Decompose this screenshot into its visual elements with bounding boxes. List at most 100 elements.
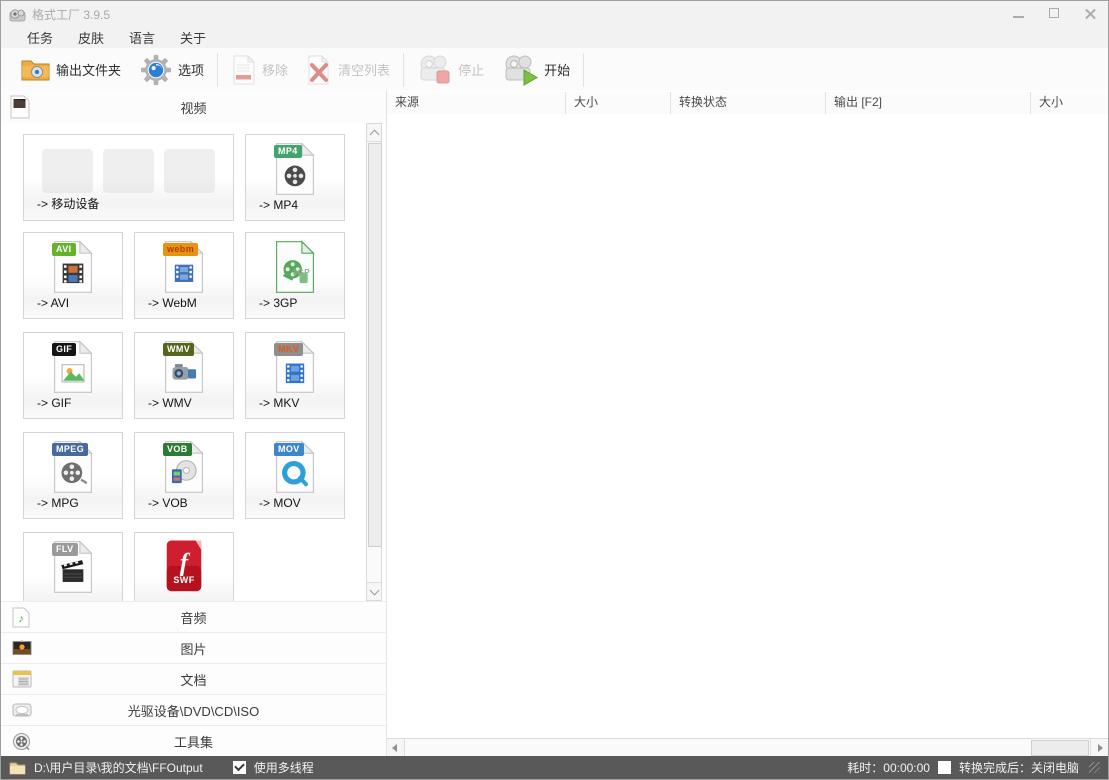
menu-skin[interactable]: 皮肤 [72, 27, 110, 48]
format-button-webm[interactable]: webm -> WebM [134, 232, 234, 319]
vob-icon: VOB [161, 439, 207, 495]
resize-grip[interactable] [1089, 762, 1100, 773]
output-path-folder-icon[interactable] [9, 761, 26, 775]
scroll-right-arrow-icon[interactable] [1090, 739, 1108, 756]
format-button-mpg[interactable]: MPEG -> MPG [23, 432, 123, 519]
category-tab-picture[interactable]: 图片 [1, 632, 386, 663]
maximize-button[interactable] [1044, 4, 1066, 24]
format-button-wmv[interactable]: WMV -> WMV [134, 332, 234, 419]
task-table-body[interactable] [387, 114, 1108, 738]
gear-icon [139, 53, 173, 87]
format-label: -> AVI [37, 296, 69, 310]
category-tab-toolset[interactable]: 工具集 [1, 725, 386, 756]
output-path[interactable]: D:\用户目录\我的文档\FFOutput [34, 759, 203, 776]
format-label: -> MP4 [259, 198, 298, 212]
app-logo-icon [9, 6, 26, 23]
stop-icon [417, 53, 453, 87]
vob-badge: VOB [163, 443, 192, 456]
scrollbar-thumb[interactable] [368, 143, 382, 547]
column-header-output[interactable]: 输出 [F2] [826, 92, 1031, 114]
remove-icon [231, 55, 257, 85]
category-label: 光驱设备\DVD\CD\ISO [1, 701, 386, 720]
mkv-badge: MKV [274, 343, 303, 356]
category-tab-document[interactable]: 文档 [1, 663, 386, 694]
format-button-swf[interactable]: f SWF [134, 532, 234, 601]
scroll-up-arrow-icon[interactable] [367, 124, 381, 142]
remove-button[interactable]: 移除 [222, 51, 297, 89]
output-folder-label: 输出文件夹 [56, 60, 121, 79]
format-button-flv[interactable]: FLV [23, 532, 123, 601]
column-header-size-2[interactable]: 大小 [1031, 92, 1108, 114]
category-tab-rom-device[interactable]: 光驱设备\DVD\CD\ISO [1, 694, 386, 725]
category-label: 音频 [1, 608, 386, 627]
format-button-mobile-device[interactable]: -> 移动设备 [23, 134, 234, 221]
toolbar-separator [583, 53, 584, 87]
shutdown-after-label: 转换完成后：关闭电脑 [959, 759, 1079, 776]
flv-badge: FLV [52, 543, 78, 556]
column-header-convert-state[interactable]: 转换状态 [671, 92, 826, 114]
hscrollbar-thumb[interactable] [1031, 740, 1089, 756]
mov-icon: MOV [272, 439, 318, 495]
close-button[interactable] [1080, 4, 1102, 24]
menu-about[interactable]: 关于 [174, 27, 212, 48]
elapsed-time: 耗时：00:00:00 [847, 759, 930, 776]
format-button-vob[interactable]: VOB -> VOB [134, 432, 234, 519]
start-button[interactable]: 开始 [493, 51, 579, 89]
category-list: ♪ 音频 图片 文档 [1, 601, 386, 756]
menu-language[interactable]: 语言 [123, 27, 161, 48]
clear-list-icon [306, 55, 333, 85]
scroll-left-arrow-icon[interactable] [387, 739, 405, 756]
stop-button[interactable]: 停止 [408, 51, 493, 89]
format-button-gif[interactable]: GIF -> GIF [23, 332, 123, 419]
webm-icon: webm [161, 239, 207, 295]
task-table-header: 来源 大小 转换状态 输出 [F2] 大小 [387, 92, 1108, 115]
options-button[interactable]: 选项 [130, 51, 213, 89]
toolbar: 输出文件夹 选项 [1, 48, 1108, 92]
toolbar-separator [217, 53, 218, 87]
status-bar: D:\用户目录\我的文档\FFOutput 使用多线程 耗时：00:00:00 … [1, 756, 1108, 779]
title-bar: 格式工厂 3.9.5 [1, 1, 1108, 27]
column-header-source[interactable]: 来源 [387, 92, 566, 114]
swf-icon: f SWF [161, 539, 207, 595]
category-label: 图片 [1, 639, 386, 658]
wmv-icon: WMV [161, 339, 207, 395]
stop-label: 停止 [458, 60, 484, 79]
flv-icon: FLV [50, 539, 96, 595]
category-tab-audio[interactable]: ♪ 音频 [1, 601, 386, 632]
format-button-mkv[interactable]: MKV -> MKV [245, 332, 345, 419]
format-label: -> WebM [148, 296, 197, 310]
column-header-size[interactable]: 大小 [566, 92, 671, 114]
output-folder-button[interactable]: 输出文件夹 [11, 51, 130, 89]
format-button-mp4[interactable]: MP4 -> MP4 [245, 134, 345, 221]
format-label: -> WMV [148, 396, 192, 410]
format-label: -> VOB [148, 496, 188, 510]
category-label: 工具集 [1, 732, 386, 751]
multithread-label: 使用多线程 [254, 759, 314, 776]
task-table-hscrollbar[interactable] [387, 738, 1108, 756]
clear-list-button[interactable]: 清空列表 [297, 51, 399, 89]
format-button-3gp[interactable]: 3GP -> 3GP [245, 232, 345, 319]
wmv-badge: WMV [163, 343, 194, 356]
format-button-avi[interactable]: AVI -> AVI [23, 232, 123, 319]
format-grid-scrollbar[interactable] [366, 123, 382, 601]
scroll-down-arrow-icon[interactable] [367, 582, 381, 600]
3gp-badge: 3GP [289, 266, 314, 279]
format-label: -> MPG [37, 496, 79, 510]
format-grid: -> 移动设备 MP4 -> MP4 [1, 123, 386, 601]
swf-badge: SWF [169, 574, 198, 587]
format-label: -> MOV [259, 496, 301, 510]
gif-icon: GIF [50, 339, 96, 395]
sidebar: 视频 -> 移动设备 MP4 -> MP4 [1, 91, 387, 756]
category-tab-video[interactable]: 视频 [1, 91, 386, 124]
menu-task[interactable]: 任务 [21, 27, 59, 48]
gif-badge: GIF [52, 343, 76, 356]
mpg-icon: MPEG [50, 439, 96, 495]
format-label: -> 3GP [259, 296, 297, 310]
minimize-button[interactable] [1008, 4, 1030, 24]
mkv-icon: MKV [272, 339, 318, 395]
multithread-checkbox[interactable] [233, 761, 246, 774]
window-title: 格式工厂 3.9.5 [32, 6, 110, 23]
format-button-mov[interactable]: MOV -> MOV [245, 432, 345, 519]
shutdown-after-checkbox[interactable] [938, 761, 951, 774]
start-label: 开始 [544, 60, 570, 79]
